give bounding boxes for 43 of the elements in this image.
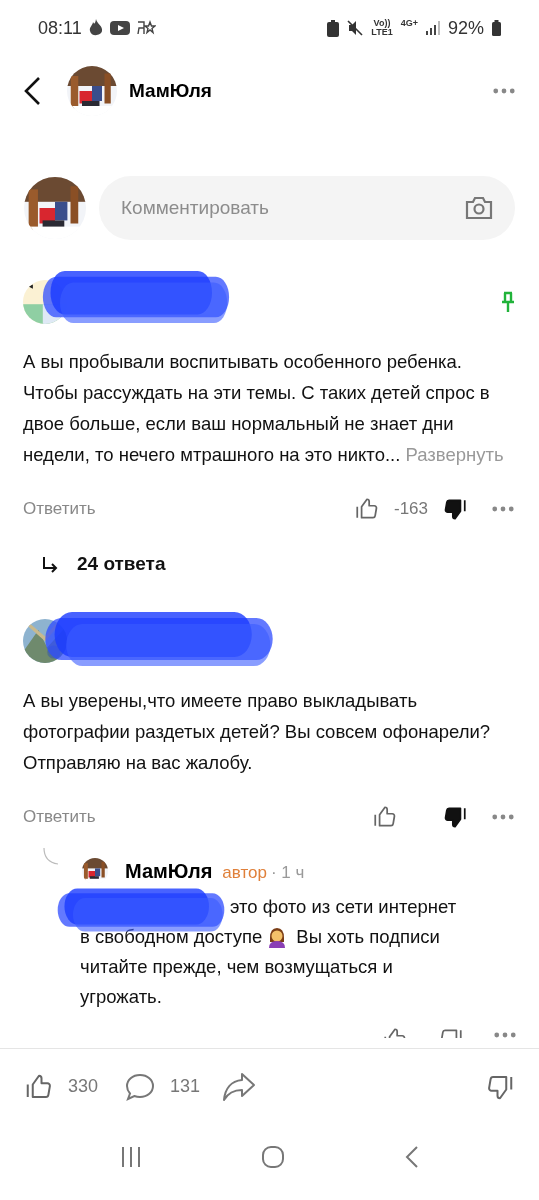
signal-icon [425, 21, 440, 35]
author-name[interactable]: МамЮля [125, 855, 213, 886]
home-icon[interactable] [261, 1145, 286, 1169]
comment-text: читайте прежде, чем возмущаться и угрожать. [80, 954, 394, 1009]
comment-icon[interactable] [124, 1071, 157, 1102]
status-time: 08:11 [38, 16, 82, 40]
battery-saver-icon [327, 19, 340, 37]
volte-label: Vo)) [373, 19, 391, 28]
rating-count: -163 [393, 498, 428, 521]
flame-icon [87, 19, 104, 37]
network-type: 4G+ [400, 16, 418, 30]
comment-text: Вы хоть подписи [296, 924, 440, 949]
video-play-icon [109, 21, 130, 35]
like-count: 330 [68, 1075, 99, 1098]
reply-button[interactable]: Ответить [23, 803, 96, 830]
comment-input[interactable]: Комментировать [99, 176, 515, 240]
thumbs-down-icon[interactable] [442, 496, 468, 522]
star-app-icon [135, 20, 156, 36]
thumbs-up-icon[interactable] [353, 496, 380, 522]
share-icon[interactable] [222, 1070, 257, 1103]
comment-text: А вы пробывали воспитывать особенного ребенка. Чтобы рассуждать на эти темы. С таких детей спрос в двое больше, если ваш нормальный не знает дни недели, то нечего мтрашного на это никто... Развернуть [23, 350, 505, 467]
reply-arrow-icon [41, 555, 59, 574]
lte-label: LTE1 [371, 28, 393, 37]
comment-text: в свободном доступе [80, 924, 263, 949]
back-icon[interactable] [22, 76, 42, 106]
replies-link[interactable]: 24 ответа [41, 550, 166, 579]
battery-level: 92% [447, 16, 484, 40]
expand-link[interactable]: Развернуть [405, 444, 504, 465]
camera-icon[interactable] [465, 196, 493, 220]
comment-text: это фото из сети интернет [230, 894, 457, 919]
reply-button[interactable]: Ответить [23, 496, 96, 522]
more-icon[interactable] [492, 813, 514, 820]
more-icon[interactable] [492, 506, 514, 512]
channel-title: МамЮля [129, 78, 212, 103]
thumbs-up-icon[interactable] [372, 803, 398, 830]
more-icon[interactable] [493, 88, 515, 94]
battery-icon [492, 20, 501, 36]
more-icon[interactable] [494, 1031, 516, 1038]
comment-count: 131 [170, 1075, 201, 1098]
mute-icon [347, 20, 364, 36]
author-label: автор [222, 861, 267, 884]
comment-time: · 1 ч [270, 861, 305, 884]
comment-text: А вы уверены,что имеете право выкладывать фотографии раздетых детей? Вы совсем офонарели? Отправляю на вас жалобу. [23, 688, 492, 775]
